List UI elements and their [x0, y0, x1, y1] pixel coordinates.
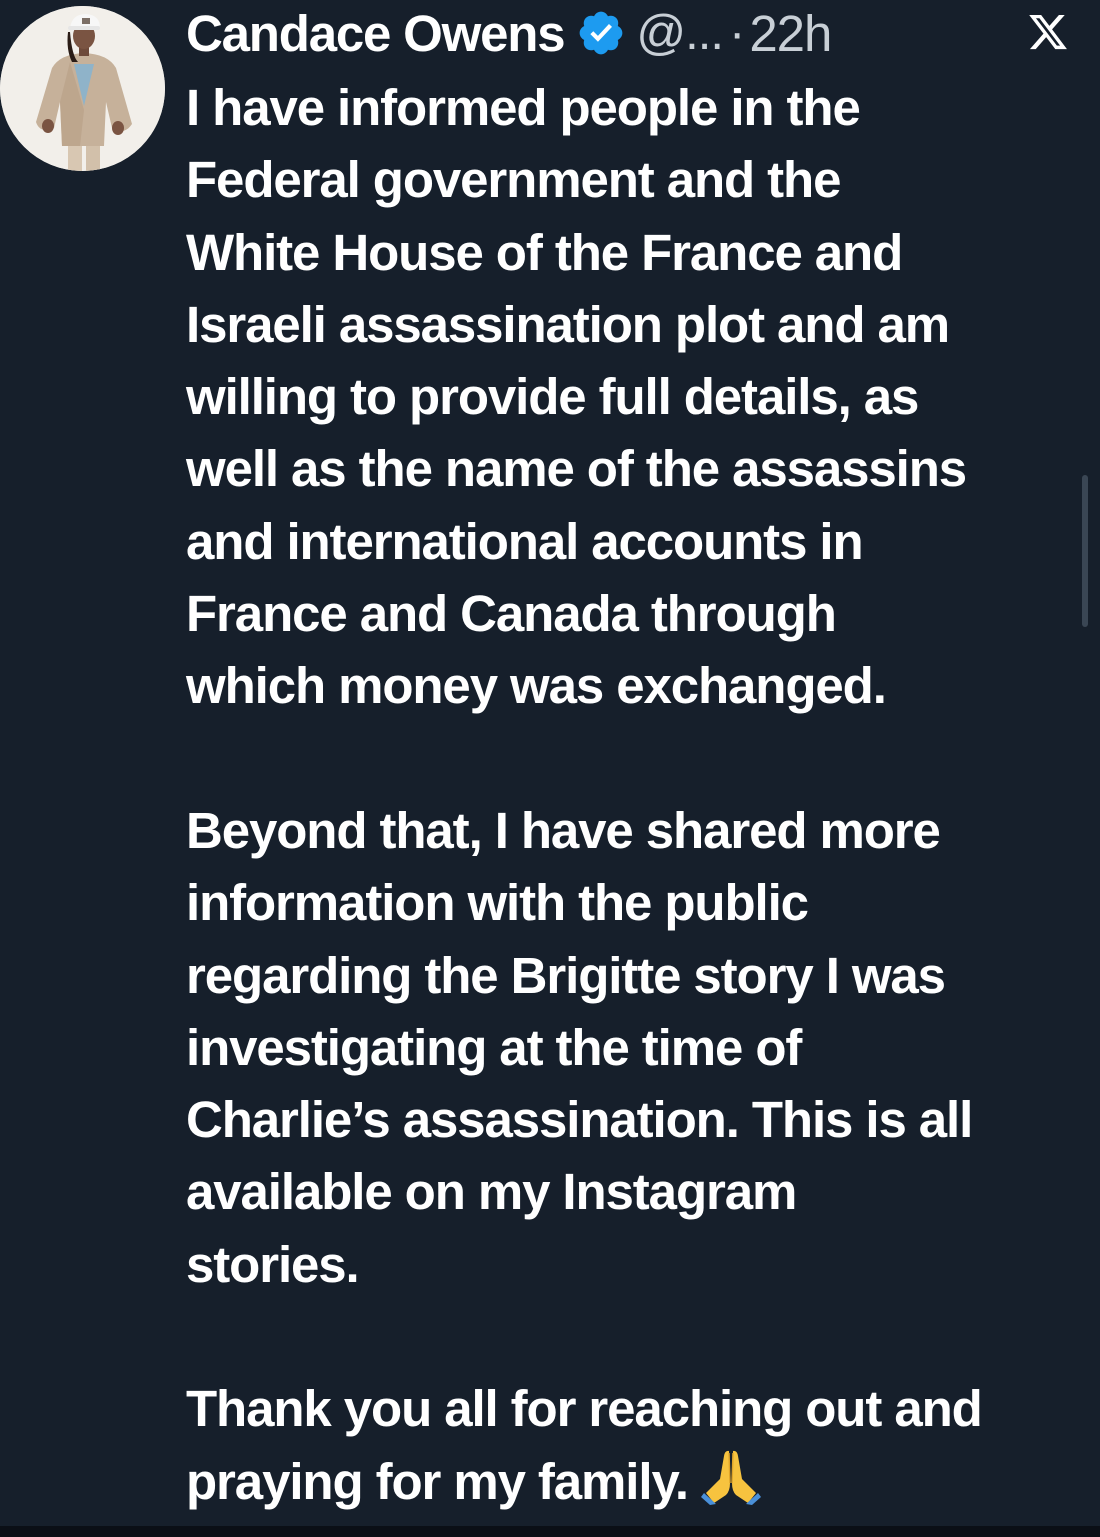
scrollbar-thumb[interactable] [1082, 475, 1088, 627]
text-line: I have informed people in the [186, 79, 861, 136]
bottom-edge [0, 1526, 1100, 1537]
text-line: regarding the Brigitte story I was [186, 946, 946, 1004]
text-line: Charlie’s assassination. This is all [186, 1091, 973, 1149]
text-line: stories. [186, 1235, 360, 1293]
header-separator: · [728, 6, 746, 60]
tweet-timestamp[interactable]: 22h [749, 4, 832, 63]
text-line: willing to provide full details, as [186, 368, 919, 426]
text-line: praying for my family. [186, 1452, 689, 1510]
verified-badge-icon [576, 8, 626, 58]
author-handle[interactable]: @... [636, 5, 724, 61]
author-display-name[interactable]: Candace Owens [186, 4, 566, 63]
text-line: France and Canada through [186, 585, 837, 643]
text-line: and international accounts in [186, 512, 864, 570]
tweet-paragraph: Thank you all for reaching out and prayi… [186, 1373, 1086, 1518]
folded-hands-emoji-icon [700, 1447, 762, 1505]
text-line: investigating at the time of [186, 1018, 802, 1076]
tweet-paragraph: Beyond that, I have shared more informat… [186, 795, 1086, 1301]
profile-photo [0, 6, 165, 171]
text-line: well as the name of the assassins [186, 440, 967, 498]
text-line: Beyond that, I have shared more [186, 801, 941, 859]
text-line-with-emoji: praying for my family. [186, 1446, 1086, 1518]
text-line: Thank you all for reaching out and [186, 1380, 983, 1438]
tweet-card: Candace Owens @... · 22h I have informed… [0, 0, 1100, 1537]
text-line: White House of the France and [186, 223, 903, 281]
text-line: which money was exchanged. [186, 657, 887, 715]
tweet-header: Candace Owens @... · 22h [186, 2, 832, 64]
text-line: available on my Instagram [186, 1163, 797, 1221]
text-line: Federal government and the [186, 151, 841, 209]
author-avatar[interactable] [0, 6, 165, 171]
text-line: Israeli assassination plot and am [186, 295, 950, 353]
x-logo-icon [1027, 11, 1069, 53]
tweet-paragraph: I have informed people in the Federal go… [186, 72, 1086, 723]
tweet-text: I have informed people in the Federal go… [186, 72, 1086, 1518]
text-line: information with the public [186, 874, 809, 932]
